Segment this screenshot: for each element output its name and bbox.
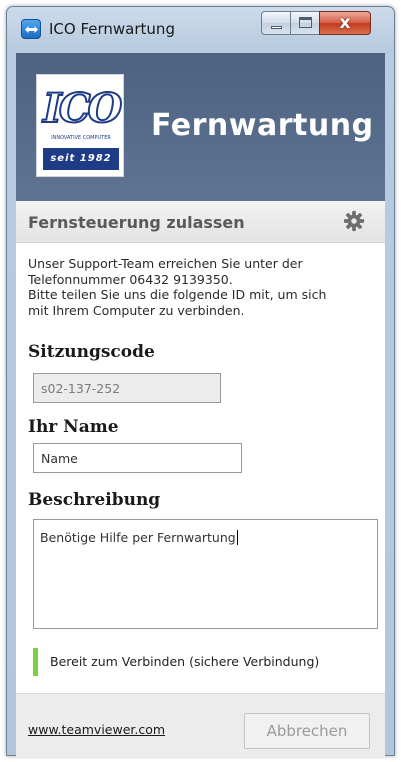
app-window: ICO Fernwartung x ICO INNOVATIVE COMPUTE… <box>6 6 395 757</box>
info-line: Bitte teilen Sie uns die folgende ID mit… <box>28 287 327 302</box>
footer: www.teamviewer.com Abbrechen <box>16 693 385 757</box>
title-bar[interactable]: ICO Fernwartung x <box>7 7 394 53</box>
info-line: Telefonnummer 06432 9139350. <box>28 271 233 287</box>
close-icon: x <box>339 13 351 33</box>
teamviewer-app-icon[interactable] <box>21 19 41 39</box>
section-title: Fernsteuerung zulassen <box>28 213 245 232</box>
main-panel: Fernsteuerung zulassen Unser Support-Tea… <box>16 201 385 693</box>
status-text: Bereit zum Verbinden (sichere Verbindung… <box>50 654 320 669</box>
gear-icon[interactable] <box>343 210 365 232</box>
maximize-icon <box>299 17 312 28</box>
branding-header: ICO INNOVATIVE COMPUTER seit 1982 Fernwa… <box>16 53 385 201</box>
text-caret <box>236 530 238 545</box>
description-textarea[interactable]: Benötige Hilfe per Fernwartung <box>33 519 378 629</box>
description-label: Beschreibung <box>28 490 161 510</box>
logo-tagline: INNOVATIVE COMPUTER <box>51 135 111 141</box>
description-text: Benötige Hilfe per Fernwartung <box>40 530 236 545</box>
logo-mark: ICO <box>42 84 123 133</box>
maximize-button[interactable] <box>290 11 320 35</box>
section-header: Fernsteuerung zulassen <box>16 201 385 243</box>
session-code-field[interactable]: s02-137-252 <box>33 373 221 403</box>
info-line: Unser Support-Team erreichen Sie unter d… <box>28 256 303 271</box>
window-title: ICO Fernwartung <box>49 20 175 38</box>
name-input[interactable]: Name <box>33 443 242 473</box>
session-code-label: Sitzungscode <box>28 342 155 362</box>
status-indicator <box>33 648 38 676</box>
info-line: mit Ihrem Computer zu verbinden. <box>28 302 245 318</box>
cancel-button[interactable]: Abbrechen <box>244 713 370 749</box>
teamviewer-link[interactable]: www.teamviewer.com <box>28 722 165 737</box>
header-title: Fernwartung <box>151 108 374 143</box>
minimize-icon <box>271 26 282 29</box>
name-label: Ihr Name <box>28 417 119 437</box>
support-info: Unser Support-Team erreichen Sie unter d… <box>28 256 378 318</box>
logo-since: seit 1982 <box>43 148 119 170</box>
ico-logo: ICO INNOVATIVE COMPUTER seit 1982 <box>36 74 124 177</box>
close-button[interactable]: x <box>319 11 371 35</box>
minimize-button[interactable] <box>261 11 291 35</box>
